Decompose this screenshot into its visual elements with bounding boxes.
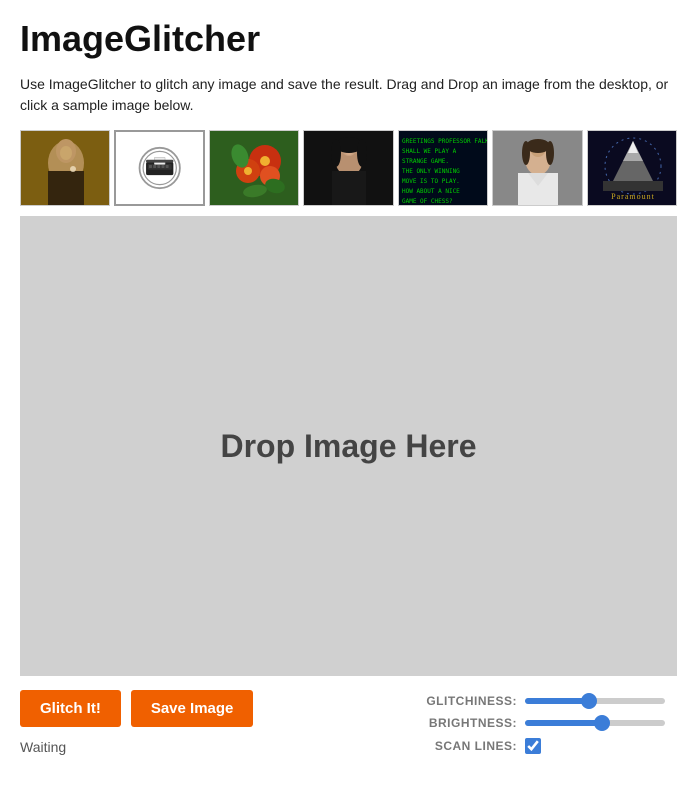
- svg-text:MOVE IS TO PLAY.: MOVE IS TO PLAY.: [402, 178, 460, 185]
- brightness-fill: [525, 720, 602, 726]
- glitchiness-row: GLITCHINESS:: [417, 694, 677, 708]
- sample-thumb-7[interactable]: Paramount: [587, 130, 677, 206]
- sample-thumb-5[interactable]: GREETINGS PROFESSOR FALKEN SHALL WE PLAY…: [398, 130, 488, 206]
- scanlines-label: SCAN LINES:: [417, 739, 517, 753]
- btn-row: Glitch It! Save Image: [20, 690, 253, 727]
- save-button[interactable]: Save Image: [131, 690, 254, 727]
- brightness-track[interactable]: [525, 720, 665, 726]
- svg-text:STRANGE GAME.: STRANGE GAME.: [402, 158, 449, 165]
- sample-thumb-6[interactable]: [492, 130, 582, 206]
- glitchiness-fill: [525, 698, 589, 704]
- glitchiness-label: GLITCHINESS:: [417, 694, 517, 708]
- svg-text:THE ONLY WINNING: THE ONLY WINNING: [402, 168, 460, 175]
- app-description: Use ImageGlitcher to glitch any image an…: [20, 74, 677, 116]
- app-title: ImageGlitcher: [20, 18, 677, 60]
- brightness-row: BRIGHTNESS:: [417, 716, 677, 730]
- sliders-col: GLITCHINESS: BRIGHTNESS: SCAN LINES:: [417, 690, 677, 754]
- buttons-col: Glitch It! Save Image Waiting: [20, 690, 253, 755]
- status-text: Waiting: [20, 739, 253, 755]
- svg-text:GAME OF CHESS?: GAME OF CHESS?: [402, 198, 453, 205]
- glitchiness-thumb[interactable]: [581, 693, 597, 709]
- drop-zone-text: Drop Image Here: [220, 428, 476, 465]
- sample-thumb-1[interactable]: [20, 130, 110, 206]
- svg-text:HOW ABOUT A NICE: HOW ABOUT A NICE: [402, 188, 460, 195]
- sample-images-row: GREETINGS PROFESSOR FALKEN SHALL WE PLAY…: [20, 130, 677, 206]
- glitchiness-track[interactable]: [525, 698, 665, 704]
- sample-thumb-4[interactable]: [303, 130, 393, 206]
- brightness-thumb[interactable]: [594, 715, 610, 731]
- scanlines-checkbox[interactable]: [525, 738, 541, 754]
- sample-thumb-3[interactable]: [209, 130, 299, 206]
- svg-text:Paramount: Paramount: [611, 192, 655, 201]
- drop-zone[interactable]: Drop Image Here: [20, 216, 677, 676]
- svg-text:SHALL WE PLAY A: SHALL WE PLAY A: [402, 148, 457, 155]
- brightness-label: BRIGHTNESS:: [417, 716, 517, 730]
- scanlines-row: SCAN LINES:: [417, 738, 677, 754]
- controls-row: Glitch It! Save Image Waiting GLITCHINES…: [20, 690, 677, 755]
- glitch-button[interactable]: Glitch It!: [20, 690, 121, 727]
- sample-thumb-2[interactable]: [114, 130, 204, 206]
- svg-text:GREETINGS PROFESSOR FALKEN: GREETINGS PROFESSOR FALKEN: [402, 138, 488, 145]
